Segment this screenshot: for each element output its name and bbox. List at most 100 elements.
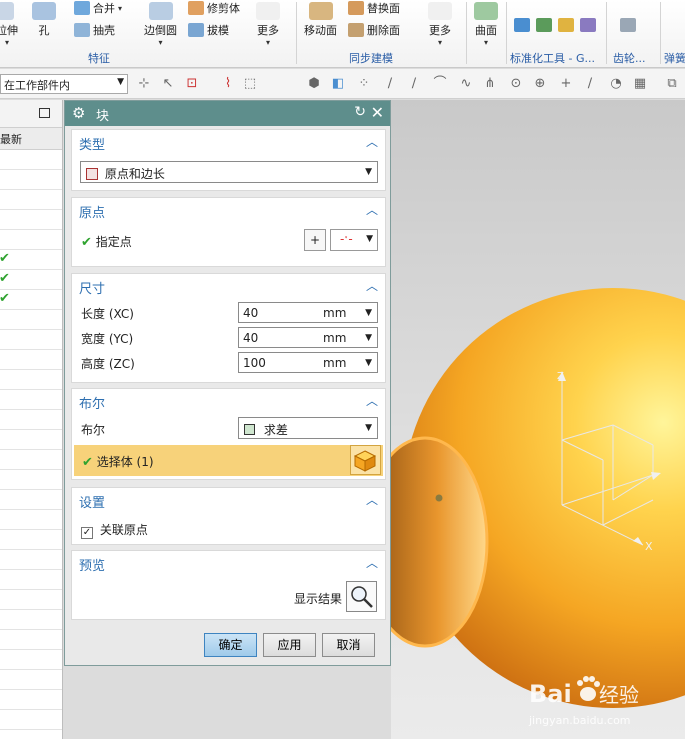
spline-icon[interactable]: ∿: [458, 76, 474, 92]
point-type-select[interactable]: -ˑ- ▼: [330, 229, 378, 251]
point-dialog-button[interactable]: +: [304, 229, 326, 251]
table-row[interactable]: [0, 350, 62, 370]
arc-icon[interactable]: ⌒: [432, 76, 448, 92]
table-row[interactable]: [0, 590, 62, 610]
intersection-icon[interactable]: ⋔: [482, 76, 498, 92]
snap-icon[interactable]: ⊹: [136, 76, 152, 92]
circle-center-icon[interactable]: ⊙: [508, 76, 524, 92]
quadrant-icon[interactable]: ⊕: [532, 76, 548, 92]
chevron-down-icon[interactable]: ▼: [365, 358, 372, 368]
table-row[interactable]: [0, 390, 62, 410]
gear-icon[interactable]: ⚙: [72, 104, 85, 122]
specify-point-row[interactable]: ✔ 指定点: [81, 233, 132, 250]
curve-icon[interactable]: ⌇: [220, 76, 236, 92]
section-settings-header[interactable]: 设置 ︿: [72, 488, 385, 512]
tool-icon[interactable]: [558, 18, 574, 32]
table-row[interactable]: [0, 470, 62, 490]
solid-icon[interactable]: ⬢: [306, 76, 322, 92]
type-select[interactable]: 原点和边长 ▼: [80, 161, 378, 183]
table-row[interactable]: [0, 210, 62, 230]
rectangle-select-icon[interactable]: ⬚: [242, 76, 258, 92]
replace-face-button[interactable]: 替换面: [348, 0, 400, 16]
boolean-select[interactable]: 求差 ▼: [238, 417, 378, 439]
shell-button[interactable]: 抽壳: [74, 22, 115, 38]
maximize-icon[interactable]: [39, 108, 50, 118]
view-icon[interactable]: ⧉: [664, 76, 680, 92]
associative-origin-checkbox[interactable]: ✓ 关联原点: [81, 521, 148, 539]
collapse-icon[interactable]: ︿: [366, 392, 378, 409]
scatter-icon[interactable]: ⁘: [356, 76, 372, 92]
table-row[interactable]: ✔: [0, 270, 62, 290]
table-row[interactable]: [0, 310, 62, 330]
crosshair-icon[interactable]: +: [558, 76, 574, 92]
graphics-viewport[interactable]: X Z: [391, 100, 685, 739]
extrude-button[interactable]: 拉伸 ▾: [0, 2, 18, 47]
table-row[interactable]: [0, 530, 62, 550]
table-row[interactable]: [0, 190, 62, 210]
table-row[interactable]: [0, 370, 62, 390]
chevron-down-icon[interactable]: ▼: [365, 333, 372, 343]
hole-button[interactable]: 孔: [32, 2, 56, 38]
section-origin-header[interactable]: 原点 ︿: [72, 198, 385, 222]
collapse-icon[interactable]: ︿: [366, 277, 378, 294]
table-row[interactable]: ✔: [0, 290, 62, 310]
table-row[interactable]: [0, 230, 62, 250]
section-preview-header[interactable]: 预览 ︿: [72, 551, 385, 575]
section-boolean-header[interactable]: 布尔 ︿: [72, 389, 385, 413]
tool-icon[interactable]: [580, 18, 596, 32]
height-input[interactable]: 100 mm ▼: [238, 352, 378, 373]
reset-icon[interactable]: ↻: [354, 104, 366, 120]
cancel-button[interactable]: 取消: [322, 633, 375, 657]
delete-face-button[interactable]: 删除面: [348, 22, 400, 38]
select-body-button[interactable]: [350, 445, 381, 475]
surface-button[interactable]: 曲面 ▾: [474, 2, 498, 47]
collapse-icon[interactable]: ︿: [366, 133, 378, 150]
navigator-column-header[interactable]: 最新: [0, 128, 62, 150]
table-row[interactable]: [0, 510, 62, 530]
scope-filter-select[interactable]: 在工作部件内 ▼: [0, 74, 128, 94]
dialog-titlebar[interactable]: ⚙ 块 ↻ ✕: [65, 101, 390, 126]
table-row[interactable]: [0, 690, 62, 710]
table-row[interactable]: [0, 330, 62, 350]
section-dimensions-header[interactable]: 尺寸 ︿: [72, 274, 385, 298]
section-type-header[interactable]: 类型 ︿: [72, 130, 385, 154]
tool-icon[interactable]: [536, 18, 552, 32]
move-face-button[interactable]: 移动面: [304, 2, 337, 38]
table-row[interactable]: [0, 570, 62, 590]
table-row[interactable]: [0, 670, 62, 690]
close-icon[interactable]: ✕: [371, 103, 384, 122]
grid-icon[interactable]: ▦: [632, 76, 648, 92]
width-input[interactable]: 40 mm ▼: [238, 327, 378, 348]
draft-button[interactable]: 拔模: [188, 22, 229, 38]
show-result-button[interactable]: [346, 581, 377, 612]
tangent-icon[interactable]: ∕: [582, 76, 598, 92]
table-row[interactable]: [0, 490, 62, 510]
table-row[interactable]: [0, 550, 62, 570]
collapse-icon[interactable]: ︿: [366, 491, 378, 508]
table-row[interactable]: [0, 430, 62, 450]
tool-icon[interactable]: [514, 18, 530, 32]
collapse-icon[interactable]: ︿: [366, 201, 378, 218]
line-icon[interactable]: ∕: [382, 76, 398, 92]
table-row[interactable]: [0, 410, 62, 430]
table-row[interactable]: [0, 170, 62, 190]
table-row[interactable]: [0, 450, 62, 470]
select-icon[interactable]: ↖: [160, 76, 176, 92]
table-row[interactable]: [0, 610, 62, 630]
edge-blend-button[interactable]: 边倒圆 ▾: [144, 2, 177, 47]
apply-button[interactable]: 应用: [263, 633, 316, 657]
point-snap-icon[interactable]: ⊡: [184, 76, 200, 92]
face-icon[interactable]: ◔: [608, 76, 624, 92]
trim-body-button[interactable]: 修剪体: [188, 0, 240, 16]
table-row[interactable]: [0, 710, 62, 730]
more-button-2[interactable]: 更多 ▾: [428, 2, 452, 47]
ok-button[interactable]: 确定: [204, 633, 257, 657]
collapse-icon[interactable]: ︿: [366, 554, 378, 571]
length-input[interactable]: 40 mm ▼: [238, 302, 378, 323]
gear-icon[interactable]: [620, 18, 636, 32]
table-row[interactable]: [0, 650, 62, 670]
cube-icon[interactable]: ◧: [330, 76, 346, 92]
table-row[interactable]: ✔: [0, 250, 62, 270]
combine-button[interactable]: 合并 ▾: [74, 0, 122, 16]
select-body-row[interactable]: ✔ 选择体 (1): [74, 445, 383, 476]
